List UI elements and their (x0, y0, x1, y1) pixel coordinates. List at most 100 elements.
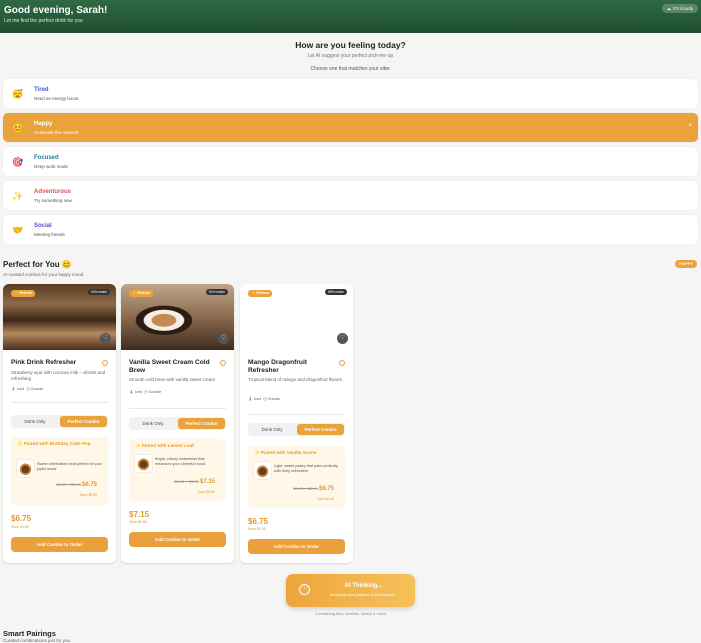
info-icon[interactable]: i (102, 360, 108, 366)
old-price: $4.95 + $3.05 (174, 479, 199, 484)
mood-desc: Try something new (34, 198, 72, 203)
mood-prompt: Choose one that matches your vibe: (310, 66, 391, 72)
size-icon: ◷ (144, 390, 148, 394)
mood-pill: HAPPY (675, 260, 697, 268)
mood-title: Happy (34, 121, 53, 127)
divider (11, 402, 108, 403)
info-circle-icon: ⓘ (299, 584, 310, 595)
sparkles-icon: ✨ (12, 191, 24, 201)
match-badge: 91% match (206, 289, 228, 295)
size-icon: ◷ (26, 387, 30, 391)
combo-price: $7.15 (199, 479, 215, 485)
combo-price: $6.75 (318, 486, 334, 492)
pairing-price: $4.95 + $3.05 $7.15 (153, 479, 215, 485)
mood-desc: Deep work mode (34, 164, 69, 169)
sleepy-face-icon: 😴 (12, 89, 24, 99)
mood-helper: Let AI suggest your perfect pick-me-up (307, 53, 394, 59)
divider (129, 408, 226, 409)
pairing-title: ✨ Paired with Lemon Loaf (135, 443, 194, 448)
old-price: $4.65 + $2.95 (56, 482, 81, 487)
close-icon[interactable]: × (688, 123, 692, 129)
pairing-save: Save $0.85 (197, 490, 215, 494)
cold-icon: 🌡 (129, 390, 134, 394)
cold-icon: 🌡 (248, 397, 253, 401)
add-combo-button[interactable]: Add Combo to Order (248, 539, 345, 554)
pairing-save: Save $0.45 (316, 497, 334, 501)
size-icon: ◷ (263, 397, 267, 401)
perfect-combo-option[interactable]: Perfect Combo (297, 424, 344, 435)
pairing-title: ✨ Paired with Vanilla Scone (254, 450, 317, 455)
product-card[interactable]: ⚡ Refresh 94% match ♡ Pink Drink Refresh… (3, 284, 116, 563)
combo-toggle[interactable]: Drink Only Perfect Combo (248, 423, 345, 436)
cloud-icon: ☁ (666, 5, 672, 11)
info-icon[interactable]: i (339, 360, 345, 366)
add-combo-button[interactable]: Add Combo to Order (129, 532, 226, 547)
total-price: $7.15 (129, 510, 150, 519)
product-card[interactable]: ⚡ Refresh 88% match ♡ Mango Dragonfruit … (240, 284, 353, 563)
mood-question: How are you feeling today? (295, 40, 406, 50)
pastry-thumbnail (135, 455, 152, 472)
total-save: Save $0.45 (248, 527, 266, 531)
mood-option-focused[interactable]: 🎯 Focused Deep work mode (3, 147, 698, 176)
heart-icon[interactable]: ♡ (337, 333, 348, 344)
weather-badge: ☁ It's cloudy (661, 4, 698, 13)
mood-option-happy[interactable]: 😊 Happy Celebrate the moment × (3, 113, 698, 142)
pairing-price: $4.45 + $2.75 $6.75 (272, 486, 334, 492)
divider (248, 414, 345, 415)
pairing-title: ✨ Paired with Birthday Cake Pop (17, 441, 91, 446)
pairing-save: Save $0.85 (79, 493, 97, 497)
pairing-desc: Bright, citrusy sweetness that enhances … (155, 457, 206, 466)
mood-title: Social (34, 223, 52, 229)
add-combo-button[interactable]: Add Combo to Order (11, 537, 108, 552)
mood-option-adventurous[interactable]: ✨ Adventurous Try something new (3, 181, 698, 210)
product-name: Vanilla Sweet Cream Cold Brew (129, 359, 210, 374)
pairing-box: ✨ Paired with Birthday Cake Pop Sweet ce… (11, 437, 108, 505)
mood-option-tired[interactable]: 😴 Tired Need an energy boost (3, 79, 698, 108)
perfect-combo-option[interactable]: Perfect Combo (60, 416, 107, 427)
temp-label: Iced (16, 387, 25, 391)
temp-label: Iced (253, 397, 262, 401)
combo-toggle[interactable]: Drink Only Perfect Combo (129, 417, 226, 430)
pairing-price: $4.65 + $2.95 $6.75 (35, 482, 97, 488)
ai-subtitle: Analyzing your patterns & preferences... (329, 593, 398, 597)
product-desc: Tropical blend of mango and dragonfruit … (248, 377, 343, 382)
product-meta: 🌡 Iced ◷ Grande (11, 386, 43, 391)
total-price: $6.75 (11, 514, 32, 523)
temp-label: Iced (134, 390, 143, 394)
smiley-face-icon: 😊 (12, 123, 24, 133)
total-save: Save $0.85 (129, 520, 147, 524)
category-badge: ⚡ Refresh (129, 290, 154, 297)
ai-thinking-panel: ⓘ AI Thinking... Analyzing your patterns… (286, 574, 415, 607)
drink-only-option[interactable]: Drink Only (248, 423, 296, 436)
handshake-icon: 🤝 (12, 225, 24, 235)
combo-toggle[interactable]: Drink Only Perfect Combo (11, 415, 108, 428)
pastry-thumbnail (17, 460, 34, 477)
perfect-combo-option[interactable]: Perfect Combo (178, 418, 225, 429)
total-price: $6.75 (248, 517, 269, 526)
greeting-subtitle: Let me find the perfect drink for you (4, 18, 83, 24)
mood-desc: Meeting friends (34, 232, 65, 237)
category-badge: ⚡ Refresh (11, 290, 36, 297)
cold-icon: 🌡 (11, 387, 16, 391)
total-save: Save $0.85 (11, 525, 29, 529)
heart-icon[interactable]: ♡ (100, 333, 111, 344)
mood-title: Tired (34, 87, 49, 93)
mood-option-social[interactable]: 🤝 Social Meeting friends (3, 215, 698, 244)
pairing-box: ✨ Paired with Vanilla Scone Light, sweet… (248, 446, 345, 508)
info-icon[interactable]: i (220, 360, 226, 366)
smart-pairings-subtitle: Curated combinations just for you (3, 638, 71, 643)
product-name: Mango Dragonfruit Refresher (248, 359, 307, 374)
category-badge: ⚡ Refresh (248, 290, 273, 297)
target-icon: 🎯 (12, 157, 24, 167)
mood-desc: Need an energy boost (34, 96, 79, 101)
drink-only-option[interactable]: Drink Only (11, 415, 59, 428)
product-card[interactable]: ⚡ Refresh 91% match ♡ Vanilla Sweet Crea… (121, 284, 234, 563)
heart-icon[interactable]: ♡ (218, 333, 229, 344)
pairing-box: ✨ Paired with Lemon Loaf Bright, citrusy… (129, 439, 226, 501)
product-desc: Strawberry açaí with coconut milk – vibr… (11, 370, 106, 381)
match-badge: 88% match (325, 289, 347, 295)
drink-only-option[interactable]: Drink Only (129, 417, 177, 430)
product-meta: 🌡 Iced ◷ Grande (129, 389, 161, 394)
pairing-desc: Sweet celebration treat perfect for your… (37, 462, 103, 471)
product-name: Pink Drink Refresher (11, 359, 77, 366)
